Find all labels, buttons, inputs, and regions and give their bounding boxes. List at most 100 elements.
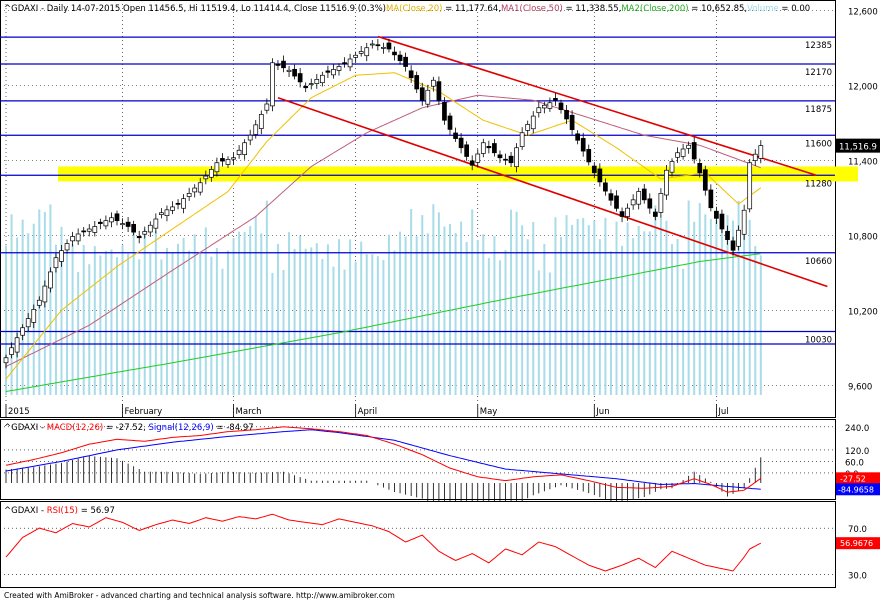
candle-body bbox=[486, 145, 492, 149]
volume-bar bbox=[543, 244, 546, 395]
last-price-label: 11,516.9 bbox=[839, 143, 877, 153]
level-label: 11875 bbox=[805, 105, 832, 115]
candle-body bbox=[431, 79, 436, 87]
volume-bar bbox=[99, 255, 102, 395]
candle-body bbox=[53, 257, 59, 269]
volume-bar bbox=[626, 222, 629, 395]
volume-bar bbox=[715, 219, 718, 395]
y-tick-label: 11,400 bbox=[848, 157, 878, 167]
candle-body bbox=[442, 102, 447, 121]
volume-bar bbox=[338, 239, 340, 395]
volume-bar bbox=[615, 221, 618, 395]
volume-bar bbox=[299, 235, 302, 395]
volume-bar bbox=[399, 231, 402, 395]
volume-bar bbox=[265, 200, 268, 395]
candle-body bbox=[270, 62, 275, 107]
candle-body bbox=[641, 188, 647, 201]
volume-bar bbox=[121, 245, 124, 395]
rsi-y-tick-label: 30.0 bbox=[848, 571, 867, 581]
candle-body bbox=[236, 149, 242, 155]
volume-bar bbox=[276, 244, 279, 395]
candle-body bbox=[414, 75, 420, 90]
candle-body bbox=[220, 158, 225, 162]
candle-body bbox=[580, 138, 586, 152]
volume-bar bbox=[554, 217, 557, 395]
candle-body bbox=[314, 79, 320, 84]
ma50-legend: MA1(Close,50) bbox=[501, 4, 563, 14]
candle-body bbox=[652, 211, 658, 217]
candle-body bbox=[342, 62, 347, 65]
candle-body bbox=[625, 207, 630, 217]
candle-body bbox=[59, 250, 64, 262]
volume-bar bbox=[560, 237, 562, 395]
candle-body bbox=[536, 107, 542, 114]
candle-body bbox=[303, 85, 309, 89]
volume-bar bbox=[104, 250, 107, 395]
candle-body bbox=[436, 81, 442, 101]
volume-bar bbox=[504, 250, 507, 395]
volume-bar bbox=[315, 243, 318, 395]
candle-body bbox=[636, 191, 642, 205]
y-tick-label: 12,000 bbox=[848, 82, 878, 92]
volume-bar bbox=[21, 219, 24, 395]
volume-bar bbox=[349, 239, 352, 395]
candle-body bbox=[159, 212, 164, 215]
volume-bar bbox=[171, 252, 174, 395]
candle-body bbox=[181, 198, 186, 209]
candle-body bbox=[247, 134, 253, 141]
candle-body bbox=[747, 162, 753, 210]
volume-bar bbox=[637, 226, 640, 395]
candle-body bbox=[669, 161, 675, 173]
candle-body bbox=[680, 148, 686, 157]
x-tick-label: April bbox=[358, 407, 377, 417]
volume-bar bbox=[687, 200, 690, 395]
candle-body bbox=[142, 231, 148, 235]
candle-body bbox=[614, 195, 619, 209]
candle-body bbox=[675, 152, 680, 158]
candle-body bbox=[20, 327, 25, 336]
candle-body bbox=[75, 233, 81, 242]
volume-bar bbox=[532, 222, 535, 395]
chart-title: ^GDAXI - Daily 14-07-2015 Open 11456.5, … bbox=[4, 4, 810, 14]
candle-body bbox=[386, 42, 392, 50]
volume-bar bbox=[598, 239, 601, 395]
volume-bar bbox=[604, 217, 607, 395]
candle-body bbox=[492, 143, 497, 154]
volume-bar bbox=[271, 272, 274, 395]
level-label: 11280 bbox=[805, 179, 832, 189]
candle-body bbox=[231, 157, 236, 160]
volume-bar bbox=[354, 261, 357, 395]
candle-body bbox=[525, 124, 531, 131]
volume-bar bbox=[621, 245, 624, 395]
candle-body bbox=[591, 165, 597, 174]
candle-body bbox=[708, 189, 714, 209]
y-tick-label: 10,800 bbox=[848, 232, 878, 242]
volume-bar bbox=[659, 217, 662, 395]
volume-bar bbox=[676, 239, 679, 395]
candle-body bbox=[97, 221, 103, 224]
candle-body bbox=[325, 70, 331, 73]
candle-body bbox=[541, 104, 547, 109]
rsi-y-tick-label: 70.0 bbox=[848, 525, 867, 535]
volume-bar bbox=[748, 219, 751, 395]
volume-bar bbox=[759, 255, 762, 395]
candle-body bbox=[464, 144, 469, 157]
volume-bar bbox=[232, 238, 235, 395]
volume-bar bbox=[487, 257, 490, 395]
volume-bar bbox=[332, 266, 335, 395]
volume-bar bbox=[249, 226, 252, 395]
candle-body bbox=[725, 230, 730, 240]
volume-bar bbox=[465, 242, 468, 395]
volume-bar bbox=[71, 244, 74, 395]
volume-bar bbox=[227, 250, 229, 395]
candle-body bbox=[42, 285, 48, 303]
volume-bar bbox=[493, 236, 496, 395]
y-tick-label: 12,600 bbox=[848, 7, 878, 17]
candle-body bbox=[392, 51, 397, 56]
volume-bar bbox=[254, 215, 257, 395]
volume-bar bbox=[643, 231, 646, 395]
volume-bar bbox=[743, 228, 746, 395]
candle-body bbox=[403, 56, 408, 67]
candle-body bbox=[164, 209, 170, 217]
volume-bar bbox=[49, 204, 52, 395]
